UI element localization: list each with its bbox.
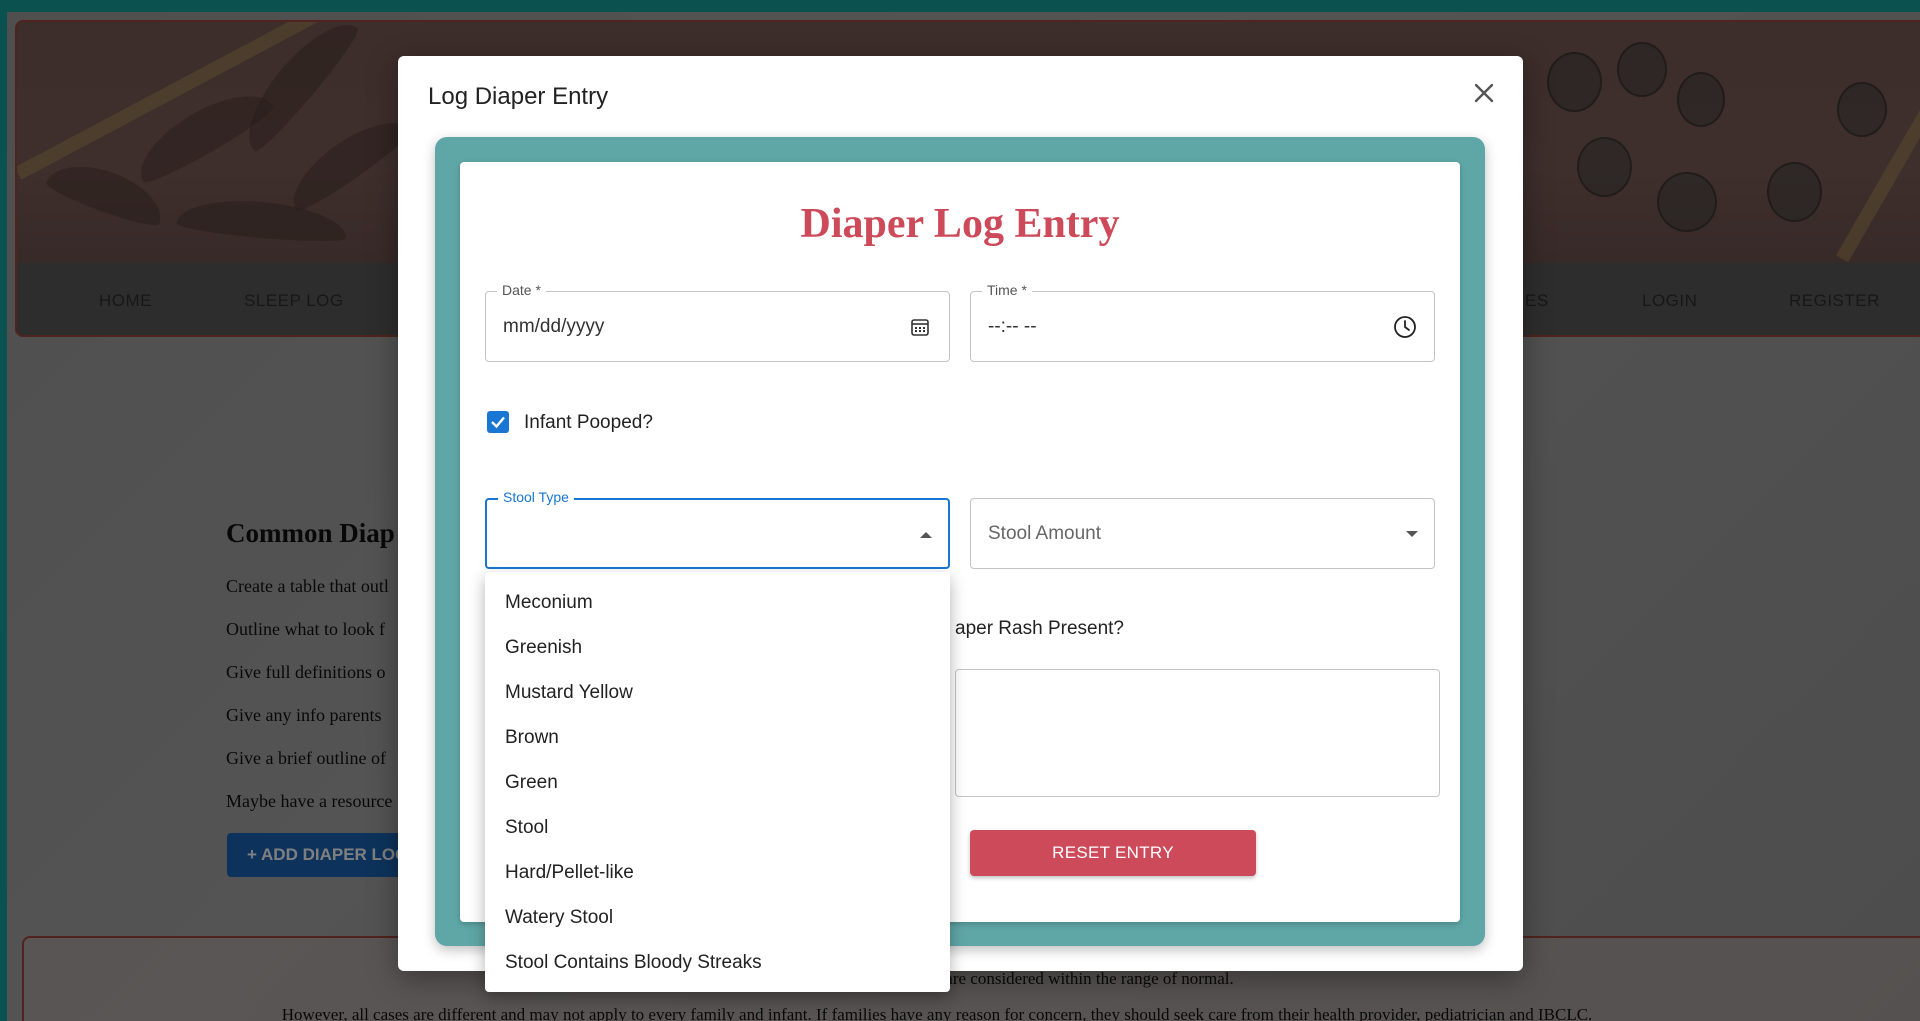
date-value: mm/dd/yyyy bbox=[503, 316, 605, 337]
menu-option[interactable]: Brown bbox=[485, 715, 950, 760]
infant-pooped-label: Infant Pooped? bbox=[524, 412, 653, 433]
time-value: --:-- -- bbox=[988, 316, 1037, 337]
time-label: Time * bbox=[982, 282, 1032, 298]
stool-amount-select[interactable]: Stool Amount bbox=[970, 498, 1435, 569]
close-icon[interactable] bbox=[1467, 76, 1501, 110]
menu-option[interactable]: Hard/Pellet-like bbox=[485, 850, 950, 895]
chevron-down-icon bbox=[1406, 531, 1418, 537]
menu-option[interactable]: Mustard Yellow bbox=[485, 670, 950, 715]
menu-option[interactable]: Watery Stool bbox=[485, 895, 950, 940]
date-field[interactable]: Date * mm/dd/yyyy bbox=[485, 282, 950, 362]
infant-pooped-checkbox[interactable] bbox=[487, 411, 509, 433]
reset-entry-button[interactable]: RESET ENTRY bbox=[970, 830, 1256, 876]
chevron-up-icon bbox=[920, 532, 932, 538]
stool-type-label: Stool Type bbox=[498, 489, 574, 505]
diaper-rash-label: aper Rash Present? bbox=[955, 618, 1124, 639]
menu-option[interactable]: Stool Contains Bloody Streaks bbox=[485, 940, 950, 985]
clock-icon[interactable] bbox=[1392, 314, 1418, 340]
stool-type-menu: Meconium Greenish Mustard Yellow Brown G… bbox=[485, 572, 950, 992]
notes-textarea[interactable] bbox=[955, 669, 1440, 797]
stool-amount-placeholder: Stool Amount bbox=[988, 523, 1102, 544]
time-field[interactable]: Time * --:-- -- bbox=[970, 282, 1435, 362]
calendar-icon[interactable] bbox=[907, 314, 933, 340]
date-label: Date * bbox=[497, 282, 546, 298]
modal-title: Log Diaper Entry bbox=[428, 83, 609, 110]
form-title: Diaper Log Entry bbox=[800, 201, 1120, 247]
menu-option[interactable]: Greenish bbox=[485, 625, 950, 670]
menu-option[interactable]: Meconium bbox=[485, 580, 950, 625]
stool-type-select[interactable]: Stool Type bbox=[485, 489, 950, 569]
menu-option[interactable]: Green bbox=[485, 760, 950, 805]
menu-option[interactable]: Stool bbox=[485, 805, 950, 850]
